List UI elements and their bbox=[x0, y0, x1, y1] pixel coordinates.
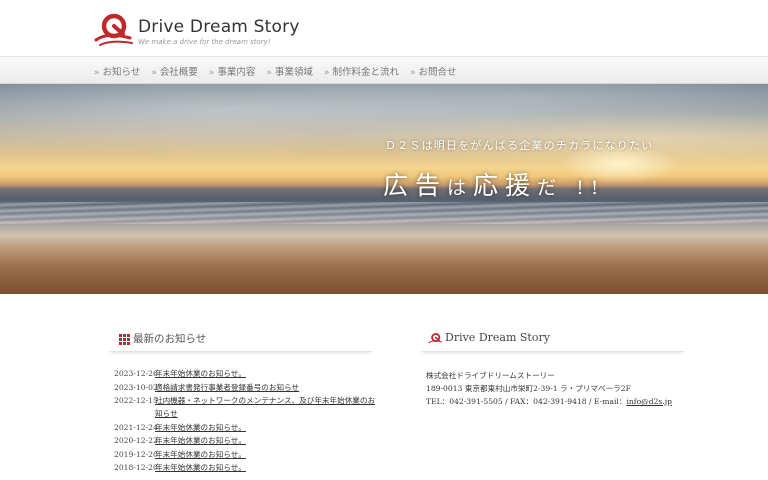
list-item: 2021-12-24 年末年始休業のお知らせ。 bbox=[114, 421, 376, 434]
site-header: Drive Dream Story We make a drive for th… bbox=[0, 0, 768, 54]
news-heading-text: 最新のお知らせ bbox=[133, 333, 207, 345]
list-item: 2023-12-26 年末年始休業のお知らせ。 bbox=[114, 367, 376, 380]
site-logo[interactable]: Drive Dream Story We make a drive for th… bbox=[90, 12, 299, 50]
news-date: 2023-10-02 bbox=[114, 382, 158, 392]
double-chevron-right-icon: » bbox=[94, 68, 100, 78]
nav-item-pricing[interactable]: » 制作料金と流れ bbox=[324, 64, 399, 78]
nav-item-label: 制作料金と流れ bbox=[332, 67, 399, 78]
nav-item-domain[interactable]: » 事業領域 bbox=[266, 64, 313, 78]
d2s-logo-icon bbox=[94, 13, 133, 46]
double-chevron-right-icon: » bbox=[409, 68, 416, 78]
news-date: 2023-12-26 bbox=[114, 369, 158, 378]
company-info: 株式会社ドライブドリームストーリー 189-0013 東京都東村山市栄町2-39… bbox=[426, 369, 688, 408]
list-item: 2018-12-20 年末年始休業のお知らせ。 bbox=[114, 461, 376, 474]
company-contact-text: TEL：042-391-5505 / FAX：042-391-9418 / E-… bbox=[426, 397, 627, 406]
news-date: 2022-12-15 bbox=[114, 396, 158, 405]
nav-item-label: お問合せ bbox=[418, 67, 457, 78]
hero-headline-part: 広告 bbox=[383, 171, 448, 200]
news-link[interactable]: 年末年始休業のお知らせ。 bbox=[155, 369, 246, 378]
email-link[interactable]: info@d2s.jp bbox=[626, 397, 672, 406]
brand-name: Drive Dream Story bbox=[138, 17, 300, 37]
news-link[interactable]: 年末年始休業のお知らせ。 bbox=[155, 463, 246, 472]
nav-item-contact[interactable]: » お問合せ bbox=[410, 64, 457, 78]
hero-subtitle: Ｄ２Ｓは明日をがんばる企業のチカラになりたい bbox=[385, 139, 654, 152]
hero-headline: 広告は応援だ !! bbox=[383, 166, 605, 202]
news-list: 2023-12-26 年末年始休業のお知らせ。 2023-10-02 適格請求書発行… bbox=[114, 367, 376, 475]
company-name: 株式会社ドライブドリームストーリー bbox=[426, 371, 555, 380]
company-address: 189-0013 東京都東村山市栄町2-39-1 ラ・プリマベーラ2F bbox=[426, 384, 631, 393]
hero-headline-part: だ !! bbox=[537, 177, 606, 199]
hero-surf bbox=[0, 202, 768, 224]
news-heading: 最新のお知らせ bbox=[109, 328, 372, 352]
news-date: 2020-12-22 bbox=[114, 436, 158, 445]
nav-item-company[interactable]: » 会社概要 bbox=[151, 64, 198, 78]
nav-item-news[interactable]: » お知らせ bbox=[94, 64, 140, 78]
company-heading-text: Drive Dream Story bbox=[445, 331, 550, 344]
news-link[interactable]: 年末年始休業のお知らせ。 bbox=[155, 450, 246, 459]
news-link[interactable]: 社内機器・ネットワークのメンテナンス、及び年末年始休業のお知らせ bbox=[155, 396, 375, 418]
company-contact: TEL：042-391-5505 / FAX：042-391-9418 / E-… bbox=[426, 395, 688, 408]
list-item: 2020-12-22 年末年始休業のお知らせ。 bbox=[114, 434, 376, 447]
checker-diamond-icon bbox=[119, 334, 130, 345]
company-heading: Drive Dream Story bbox=[421, 328, 684, 352]
hero-banner: Ｄ２Ｓは明日をがんばる企業のチカラになりたい 広告は応援だ !! bbox=[0, 84, 768, 294]
news-link[interactable]: 年末年始休業のお知らせ。 bbox=[155, 423, 246, 432]
news-date: 2021-12-24 bbox=[114, 422, 158, 432]
hero-headline-part: は bbox=[447, 177, 474, 199]
news-link[interactable]: 年末年始休業のお知らせ。 bbox=[155, 436, 246, 445]
nav-item-label: 事業領域 bbox=[274, 67, 313, 78]
main-nav: » お知らせ » 会社概要 » 事業内容 » 事業領域 » 制作料金と流れ » お問合せ bbox=[0, 56, 768, 84]
nav-item-label: 会社概要 bbox=[159, 67, 198, 78]
news-date: 2019-12-20 bbox=[114, 449, 158, 459]
news-date: 2018-12-20 bbox=[114, 463, 158, 472]
double-chevron-right-icon: » bbox=[266, 68, 272, 78]
nav-item-business[interactable]: » 事業内容 bbox=[209, 64, 256, 78]
double-chevron-right-icon: » bbox=[323, 68, 330, 78]
hero-headline-part: 応援 bbox=[473, 171, 538, 200]
brand-tagline: We make a drive for the dream story! bbox=[138, 38, 271, 46]
nav-item-label: 事業内容 bbox=[217, 67, 256, 78]
list-item: 2023-10-02 適格請求書発行事業者登録番号のお知らせ bbox=[114, 381, 376, 394]
double-chevron-right-icon: » bbox=[208, 68, 215, 78]
double-chevron-right-icon: » bbox=[151, 68, 157, 78]
nav-item-label: お知らせ bbox=[102, 67, 141, 78]
news-link[interactable]: 適格請求書発行事業者登録番号のお知らせ bbox=[155, 383, 299, 392]
list-item: 2022-12-15 社内機器・ネットワークのメンテナンス、及び年末年始休業のお知… bbox=[114, 394, 376, 420]
list-item: 2019-12-20 年末年始休業のお知らせ。 bbox=[114, 448, 376, 461]
d2s-logo-icon bbox=[428, 332, 443, 344]
